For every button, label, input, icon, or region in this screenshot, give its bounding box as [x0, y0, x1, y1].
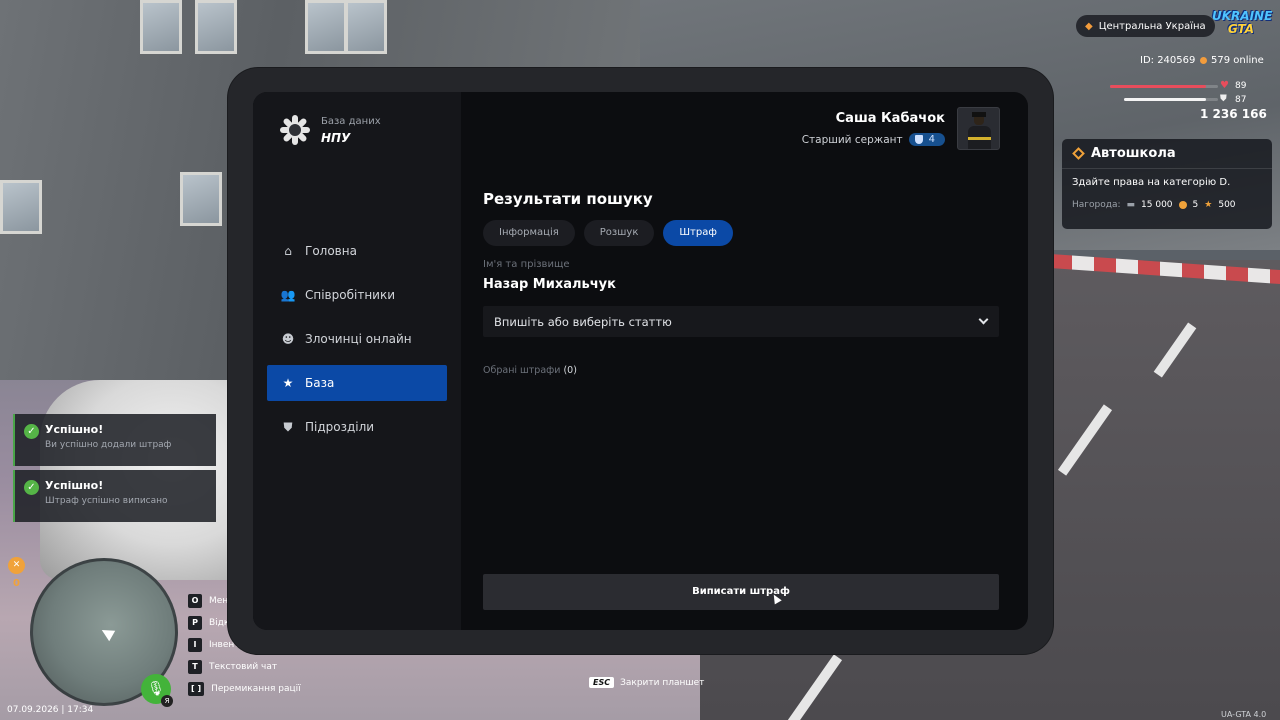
article-select-placeholder: Впишіть або виберіть статтю: [494, 314, 672, 329]
online-count: 579 online: [1200, 55, 1264, 66]
reward-label: Нагорода:: [1072, 200, 1121, 210]
toast-text: Ви успішно додали штраф: [45, 440, 172, 450]
esc-key: ESC: [589, 677, 615, 688]
sidebar-item-label: Злочинці онлайн: [305, 332, 412, 346]
star-icon: ★: [1204, 200, 1213, 210]
esc-label: Закрити планшет: [620, 677, 705, 688]
sidebar-item-database[interactable]: ★ База: [267, 365, 447, 401]
hunger-icon: ✕: [8, 557, 25, 574]
quest-marker-icon: [1072, 147, 1085, 160]
key-hint: [ ] Перемикання рації: [188, 678, 301, 700]
player-id: ID: 240569: [1140, 55, 1196, 66]
success-toast: ✓ Успішно! Ви успішно додали штраф: [13, 414, 216, 466]
sidebar-nav: ⌂ Головна 👥 Співробітники ☻ Злочинці онл…: [267, 233, 447, 453]
home-icon: ⌂: [284, 244, 292, 258]
check-icon: ✓: [24, 480, 39, 495]
selected-fines: Обрані штрафи (0): [483, 365, 577, 376]
game-logo: UKRAINE GTA: [1212, 9, 1273, 36]
region-name: Центральна Україна: [1098, 20, 1206, 32]
sidebar-item-label: Головна: [305, 244, 357, 258]
tablet-screen: База даних НПУ ⌂ Головна 👥 Співробітники…: [253, 92, 1028, 630]
sidebar-item-label: Співробітники: [305, 288, 396, 302]
sidebar-item-label: База: [305, 376, 335, 390]
brand: База даних НПУ: [279, 114, 381, 146]
sidebar-item-employees[interactable]: 👥 Співробітники: [267, 277, 447, 313]
tab-wanted[interactable]: Розшук: [583, 220, 655, 246]
online-dot-icon: [1200, 57, 1207, 64]
toast-title: Успішно!: [45, 479, 104, 492]
shield-icon: ⛊: [283, 419, 293, 434]
sidebar-item-label: Підрозділи: [305, 420, 375, 434]
page-title: Результати пошуку: [483, 190, 653, 208]
brand-subtitle: База даних: [321, 115, 381, 127]
sidebar: База даних НПУ ⌂ Головна 👥 Співробітники…: [253, 92, 461, 630]
cash-icon: ▬: [1126, 200, 1136, 210]
building-window: [140, 0, 182, 54]
hunger-value: 0: [13, 578, 20, 589]
divider: [1062, 168, 1272, 169]
sidebar-item-units[interactable]: ⛊ Підрозділи: [267, 409, 447, 445]
users-icon: 👥: [280, 288, 296, 302]
health-bar: [1110, 85, 1207, 88]
tabs: Інформація Розшук Штраф: [483, 220, 733, 246]
health-value: 89: [1235, 81, 1247, 91]
close-tablet-hint: ESC Закрити планшет: [589, 677, 704, 688]
date-time: 07.09.2026 | 17:34: [7, 705, 94, 715]
armor-bar: [1124, 98, 1206, 101]
region-badge: ◆ Центральна Україна: [1076, 15, 1215, 37]
heart-icon: ♥: [1220, 80, 1229, 91]
star-icon: ★: [282, 376, 294, 390]
armor-value: 87: [1235, 95, 1247, 105]
check-icon: ✓: [24, 424, 39, 439]
tab-fine[interactable]: Штраф: [663, 220, 733, 246]
building-window: [345, 0, 387, 54]
main-content: Результати пошуку Інформація Розшук Штра…: [483, 92, 999, 630]
key-hint: T Текстовий чат: [188, 656, 301, 678]
building-window: [180, 172, 222, 226]
criminal-icon: ☻: [281, 332, 295, 346]
building-window: [0, 180, 42, 234]
money-value: 1 236 166: [1200, 107, 1267, 121]
quest-title: Автошкола: [1091, 146, 1176, 161]
quest-card: Автошкола Здайте права на категорію D. Н…: [1062, 139, 1272, 229]
quest-reward: Нагорода: ▬ 15 000 5 ★ 500: [1072, 200, 1262, 210]
coin-icon: [1178, 201, 1187, 209]
issue-fine-button[interactable]: Виписати штраф: [483, 574, 999, 610]
location-pin-icon: ◆: [1085, 20, 1093, 32]
tab-information[interactable]: Інформація: [483, 220, 575, 246]
building-window: [195, 0, 237, 54]
reward-money: 15 000: [1141, 200, 1173, 210]
name-value: Назар Михальчук: [483, 277, 616, 292]
reward-coins: 5: [1192, 200, 1199, 210]
sidebar-item-home[interactable]: ⌂ Головна: [267, 233, 447, 269]
name-label: Ім'я та прізвище: [483, 259, 570, 270]
player-arrow-icon: [98, 624, 116, 642]
article-select[interactable]: Впишіть або виберіть статтю: [483, 306, 999, 337]
version-text: UA-GTA 4.0: [1221, 710, 1267, 719]
toast-text: Штраф успішно виписано: [45, 496, 168, 506]
building-window: [305, 0, 347, 54]
success-toast: ✓ Успішно! Штраф успішно виписано: [13, 470, 216, 522]
police-emblem-icon: [279, 114, 311, 146]
armor-shield-icon: ⛊: [1220, 94, 1227, 104]
chevron-down-icon: [978, 314, 989, 325]
toast-title: Успішно!: [45, 423, 104, 436]
voice-tag: Я: [161, 695, 173, 707]
brand-name: НПУ: [321, 130, 351, 145]
sidebar-item-criminals[interactable]: ☻ Злочинці онлайн: [267, 321, 447, 357]
reward-stars: 500: [1218, 200, 1236, 210]
quest-description: Здайте права на категорію D.: [1072, 177, 1231, 188]
